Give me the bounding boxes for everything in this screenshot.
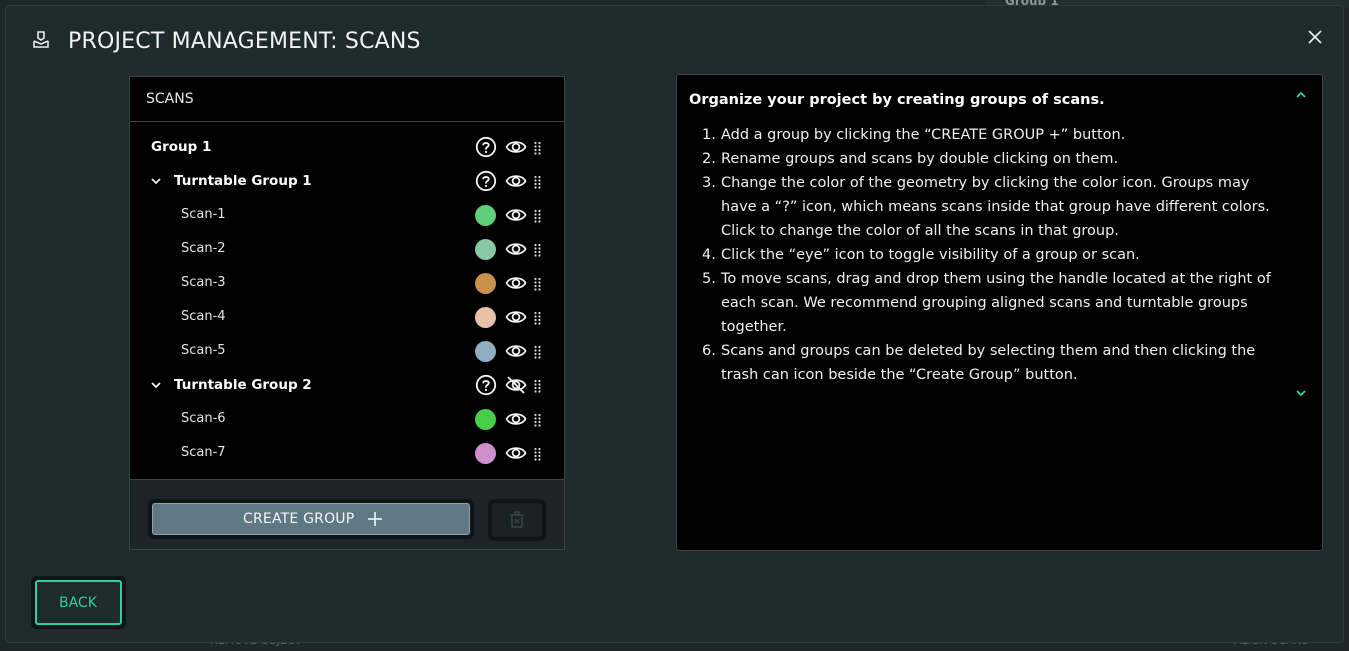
group-label[interactable]: Turntable Group 2 [174,377,312,393]
scan-row[interactable]: Scan-6 [130,405,564,435]
help-item-text: Click the “eye” icon to toggle visibilit… [721,247,1140,263]
scan-row[interactable]: Scan-4 [130,303,564,333]
scan-row[interactable]: Scan-2 [130,235,564,265]
eye-icon[interactable] [505,272,527,294]
group-label[interactable]: Group 1 [151,139,211,155]
help-item-text: Add a group by clicking the “CREATE GROU… [721,127,1126,143]
help-item-number: 1. [702,127,716,143]
question-icon[interactable] [475,136,497,158]
back-button[interactable]: BACK [31,576,126,629]
drag-handle-icon[interactable] [534,345,542,359]
help-item-text: Scans and groups can be deleted by selec… [721,343,1256,383]
help-item-number: 4. [702,247,716,263]
color-swatch[interactable] [475,239,496,260]
eye-icon[interactable] [505,204,527,226]
help-item-number: 5. [702,271,716,287]
eye-icon[interactable] [505,408,527,430]
scan-label[interactable]: Scan-3 [181,275,226,290]
eye-icon[interactable] [505,238,527,260]
trash-icon [510,511,524,528]
drag-handle-icon[interactable] [534,413,542,427]
chevron-down-icon[interactable] [150,379,162,391]
eye-icon[interactable] [505,442,527,464]
scans-header-label: SCANS [146,91,194,107]
scan-label[interactable]: Scan-2 [181,241,226,256]
drag-handle-icon[interactable] [534,209,542,223]
project-icon [33,31,49,48]
scan-list[interactable]: Group 1 Turntable Group 1 Scan-1 Scan-2 Scan… [130,123,564,479]
help-item: 3. Change the color of the geometry by cl… [689,171,1279,243]
back-label: BACK [59,595,97,611]
question-icon[interactable] [475,170,497,192]
page-title: PROJECT MANAGEMENT: SCANS [68,29,421,54]
create-group-button[interactable]: CREATE GROUP [148,499,474,539]
drag-handle-icon[interactable] [534,175,542,189]
scan-label[interactable]: Scan-7 [181,445,226,460]
scan-label[interactable]: Scan-1 [181,207,226,222]
scan-row[interactable]: Scan-3 [130,269,564,299]
group-row[interactable]: Group 1 [130,133,564,163]
help-item-number: 6. [702,343,716,359]
drag-handle-icon[interactable] [534,447,542,461]
eye-icon[interactable] [505,306,527,328]
chevron-down-icon[interactable] [150,175,162,187]
scans-panel: SCANS Group 1 Turntable Group 1 Scan-1 Scan… [129,76,565,550]
help-panel: Organize your project by creating groups… [676,74,1323,551]
help-item-text: Change the color of the geometry by clic… [721,175,1270,239]
scans-panel-header: SCANS [130,77,564,122]
drag-handle-icon[interactable] [534,243,542,257]
help-list: 1. Add a group by clicking the “CREATE GR… [689,123,1279,387]
drag-handle-icon[interactable] [534,141,542,155]
eye-icon[interactable] [505,136,527,158]
help-item: 5. To move scans, drag and drop them usin… [689,267,1279,339]
scan-label[interactable]: Scan-4 [181,309,226,324]
scan-label[interactable]: Scan-5 [181,343,226,358]
help-item: 4. Click the “eye” icon to toggle visibil… [689,243,1279,267]
drag-handle-icon[interactable] [534,379,542,393]
eye-icon[interactable] [505,340,527,362]
help-item-number: 3. [702,175,716,191]
help-item: 6. Scans and groups can be deleted by sel… [689,339,1279,387]
scan-row[interactable]: Scan-1 [130,201,564,231]
question-icon[interactable] [475,374,497,396]
scan-row[interactable]: Scan-5 [130,337,564,367]
chevron-down-icon[interactable] [1295,387,1307,399]
color-swatch[interactable] [475,273,496,294]
color-swatch[interactable] [475,307,496,328]
close-icon[interactable] [1305,27,1325,47]
color-swatch[interactable] [475,341,496,362]
create-group-label: CREATE GROUP [243,511,355,527]
color-swatch[interactable] [475,409,496,430]
group-row[interactable]: Turntable Group 1 [130,167,564,197]
help-item-text: To move scans, drag and drop them using … [721,271,1271,335]
help-item-number: 2. [702,151,716,167]
delete-button[interactable] [488,499,546,541]
plus-icon [368,512,382,526]
group-row[interactable]: Turntable Group 2 [130,371,564,401]
help-item: 1. Add a group by clicking the “CREATE GR… [689,123,1279,147]
color-swatch[interactable] [475,443,496,464]
help-item-text: Rename groups and scans by double clicki… [721,151,1119,167]
drag-handle-icon[interactable] [534,277,542,291]
help-item: 2. Rename groups and scans by double clic… [689,147,1279,171]
scan-label[interactable]: Scan-6 [181,411,226,426]
scan-row[interactable]: Scan-7 [130,439,564,469]
drag-handle-icon[interactable] [534,311,542,325]
scans-panel-footer: CREATE GROUP [130,479,564,549]
group-label[interactable]: Turntable Group 1 [174,173,312,189]
project-management-modal: PROJECT MANAGEMENT: SCANS SCANS Group 1 T… [5,5,1344,643]
eye-off-icon[interactable] [505,374,527,396]
chevron-up-icon[interactable] [1295,89,1307,101]
eye-icon[interactable] [505,170,527,192]
color-swatch[interactable] [475,205,496,226]
help-title: Organize your project by creating groups… [689,92,1105,108]
